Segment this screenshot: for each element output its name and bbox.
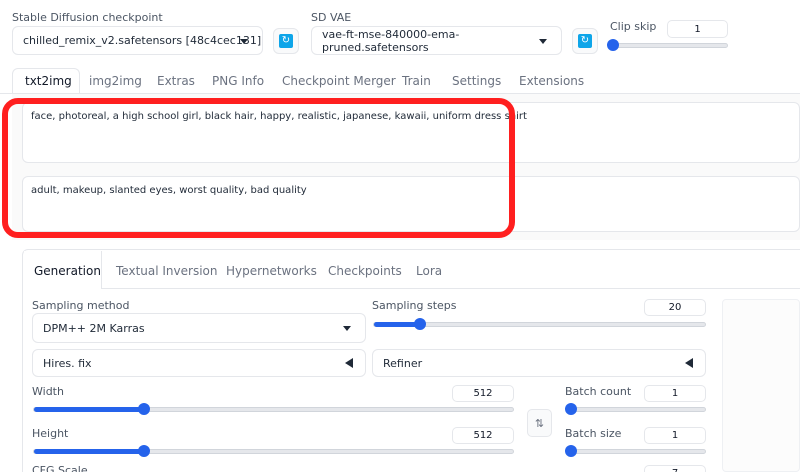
- height-slider[interactable]: [33, 445, 514, 457]
- width-label: Width: [32, 385, 64, 398]
- width-fill: [34, 407, 145, 412]
- swap-vertical-icon: ⇅: [534, 416, 545, 430]
- tab-extensions[interactable]: Extensions: [519, 74, 584, 88]
- chevron-down-icon: [343, 326, 351, 331]
- height-input[interactable]: 512: [452, 427, 514, 444]
- tab-generation[interactable]: Generation: [34, 264, 101, 278]
- output-panel: [722, 299, 800, 472]
- hires-fix-label: Hires. fix: [43, 356, 92, 370]
- tab-img2img[interactable]: img2img: [89, 74, 142, 88]
- hires-fix-accordion[interactable]: Hires. fix: [32, 349, 366, 377]
- chevron-down-icon: [539, 38, 547, 44]
- batch-size-thumb[interactable]: [565, 445, 577, 457]
- subtabs-divider: [102, 288, 800, 289]
- width-slider[interactable]: [33, 403, 514, 415]
- refiner-accordion[interactable]: Refiner: [372, 349, 706, 377]
- sampling-steps-slider[interactable]: [373, 318, 706, 330]
- batch-count-label: Batch count: [565, 385, 632, 398]
- highlight-annotation-box: [2, 98, 515, 238]
- clip-skip-input[interactable]: 1: [667, 20, 728, 38]
- sampling-steps-label: Sampling steps: [372, 299, 457, 312]
- batch-size-input[interactable]: 1: [644, 427, 706, 444]
- tab-hypernetworks[interactable]: Hypernetworks: [226, 264, 317, 278]
- sampling-method-value: DPM++ 2M Karras: [43, 321, 145, 335]
- tab-txt2img[interactable]: txt2img: [25, 74, 72, 88]
- tab-checkpoints[interactable]: Checkpoints: [328, 264, 402, 278]
- cfg-scale-label: CFG Scale: [32, 464, 88, 472]
- cfg-scale-input[interactable]: 7: [644, 465, 706, 472]
- sampling-method-dropdown[interactable]: DPM++ 2M Karras: [32, 313, 366, 343]
- batch-count-thumb[interactable]: [565, 403, 577, 415]
- vae-label: SD VAE: [311, 11, 352, 24]
- swap-dimensions-button[interactable]: ⇅: [527, 409, 552, 437]
- tab-png-info[interactable]: PNG Info: [212, 74, 264, 88]
- triangle-left-icon: [345, 358, 353, 368]
- tab-settings[interactable]: Settings: [452, 74, 501, 88]
- tab-textual-inversion[interactable]: Textual Inversion: [116, 264, 217, 278]
- batch-count-slider[interactable]: [565, 403, 706, 415]
- height-fill: [34, 449, 145, 454]
- refresh-icon: ↻: [279, 34, 293, 48]
- refresh-icon: ↻: [578, 34, 592, 48]
- chevron-down-icon: [240, 38, 248, 44]
- height-label: Height: [32, 427, 69, 440]
- checkpoint-label: Stable Diffusion checkpoint: [12, 11, 163, 24]
- triangle-left-icon: [685, 358, 693, 368]
- checkpoint-value: chilled_remix_v2.safetensors [48c4cec131…: [23, 34, 262, 47]
- refiner-label: Refiner: [383, 356, 423, 370]
- checkpoint-dropdown[interactable]: chilled_remix_v2.safetensors [48c4cec131…: [12, 26, 263, 55]
- tab-checkpoint-merger[interactable]: Checkpoint Merger: [282, 74, 396, 88]
- clip-skip-slider[interactable]: [607, 39, 728, 51]
- vae-dropdown[interactable]: vae-ft-mse-840000-ema-pruned.safetensors: [311, 26, 562, 55]
- checkpoint-refresh-button[interactable]: ↻: [273, 28, 299, 54]
- vae-refresh-button[interactable]: ↻: [572, 28, 598, 54]
- tab-extras[interactable]: Extras: [157, 74, 195, 88]
- vae-value: vae-ft-mse-840000-ema-pruned.safetensors: [322, 27, 460, 54]
- tab-lora[interactable]: Lora: [416, 264, 442, 278]
- clip-skip-thumb[interactable]: [607, 39, 619, 51]
- tab-train[interactable]: Train: [402, 74, 431, 88]
- width-input[interactable]: 512: [452, 385, 514, 402]
- sampling-method-label: Sampling method: [32, 299, 130, 312]
- clip-skip-label: Clip skip: [610, 20, 657, 33]
- batch-size-label: Batch size: [565, 427, 622, 440]
- batch-count-input[interactable]: 1: [644, 385, 706, 402]
- sampling-steps-input[interactable]: 20: [644, 299, 706, 316]
- batch-size-slider[interactable]: [565, 445, 706, 457]
